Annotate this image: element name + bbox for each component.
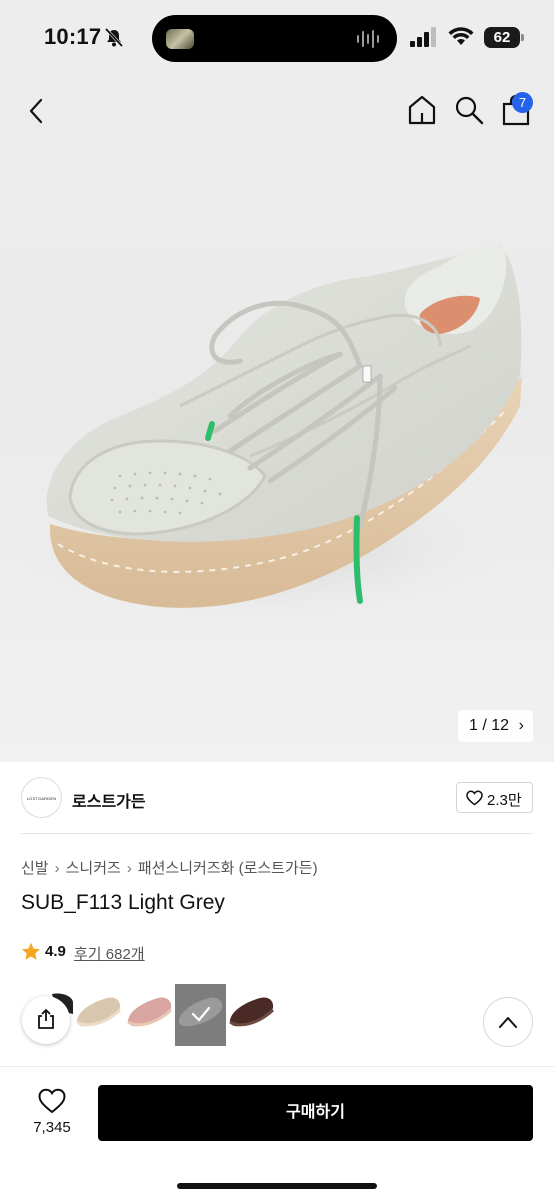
breadcrumb-chevron-icon: › bbox=[54, 860, 60, 877]
color-swatch-selected[interactable] bbox=[175, 984, 226, 1046]
color-swatch[interactable] bbox=[226, 984, 277, 1046]
brand-logo[interactable]: LOSTGARDEN bbox=[21, 777, 62, 818]
battery-level: 62 bbox=[493, 29, 511, 46]
battery-cap bbox=[521, 34, 524, 41]
breadcrumb-chevron-icon: › bbox=[126, 860, 132, 877]
home-icon[interactable] bbox=[406, 93, 438, 127]
breadcrumb-item[interactable]: 패션스니커즈화 (로스트가든) bbox=[138, 860, 318, 877]
wishlist-count: 7,345 bbox=[33, 1119, 71, 1136]
rating-score: 4.9 bbox=[45, 943, 66, 960]
color-swatch[interactable] bbox=[124, 984, 175, 1046]
divider bbox=[21, 833, 533, 834]
wishlist-heart-icon[interactable] bbox=[38, 1088, 66, 1114]
image-pager[interactable]: 1 / 12 › bbox=[458, 710, 533, 742]
back-arrow-icon[interactable] bbox=[22, 96, 52, 126]
review-count-link[interactable]: 후기 682개 bbox=[74, 943, 145, 964]
breadcrumb-item[interactable]: 신발 bbox=[21, 860, 49, 877]
audio-wave-icon bbox=[357, 30, 379, 48]
heart-icon bbox=[466, 790, 483, 806]
home-indicator bbox=[177, 1183, 377, 1189]
chevron-up-icon bbox=[499, 1017, 517, 1028]
scroll-to-top-button[interactable] bbox=[483, 997, 533, 1047]
share-icon bbox=[38, 1008, 54, 1029]
chevron-right-icon: › bbox=[518, 717, 524, 734]
purchase-bar: 7,345 구매하기 bbox=[0, 1066, 554, 1200]
brand-like-button[interactable]: 2.3만 bbox=[456, 782, 533, 813]
product-title: SUB_F113 Light Grey bbox=[21, 891, 225, 914]
share-button[interactable] bbox=[22, 996, 70, 1044]
breadcrumb-item[interactable]: 스니커즈 bbox=[66, 860, 121, 877]
brand-like-count: 2.3만 bbox=[487, 792, 522, 809]
breadcrumb: 신발 › 스니커즈 › 패션스니커즈화 (로스트가든) bbox=[21, 857, 318, 878]
bell-muted-icon bbox=[104, 27, 124, 48]
battery-indicator: 62 bbox=[484, 27, 524, 48]
wifi-icon bbox=[448, 27, 474, 45]
search-icon[interactable] bbox=[453, 94, 485, 126]
cart-count-badge: 7 bbox=[512, 92, 533, 113]
brand-row: LOSTGARDEN 로스트가든 2.3만 bbox=[0, 762, 554, 834]
status-bar: 10:17 62 bbox=[0, 0, 554, 76]
color-swatch[interactable] bbox=[73, 984, 124, 1046]
now-playing-thumbnail bbox=[166, 29, 194, 49]
image-pager-label: 1 / 12 bbox=[469, 717, 510, 734]
star-icon bbox=[22, 942, 40, 960]
product-image bbox=[10, 246, 522, 626]
dynamic-island bbox=[152, 15, 397, 62]
status-time: 10:17 bbox=[44, 24, 102, 49]
cellular-signal-icon bbox=[410, 27, 436, 47]
product-image-carousel[interactable]: 7 1 / 12 › bbox=[0, 76, 554, 762]
brand-name[interactable]: 로스트가든 bbox=[72, 788, 146, 812]
buy-button[interactable]: 구매하기 bbox=[98, 1085, 533, 1141]
